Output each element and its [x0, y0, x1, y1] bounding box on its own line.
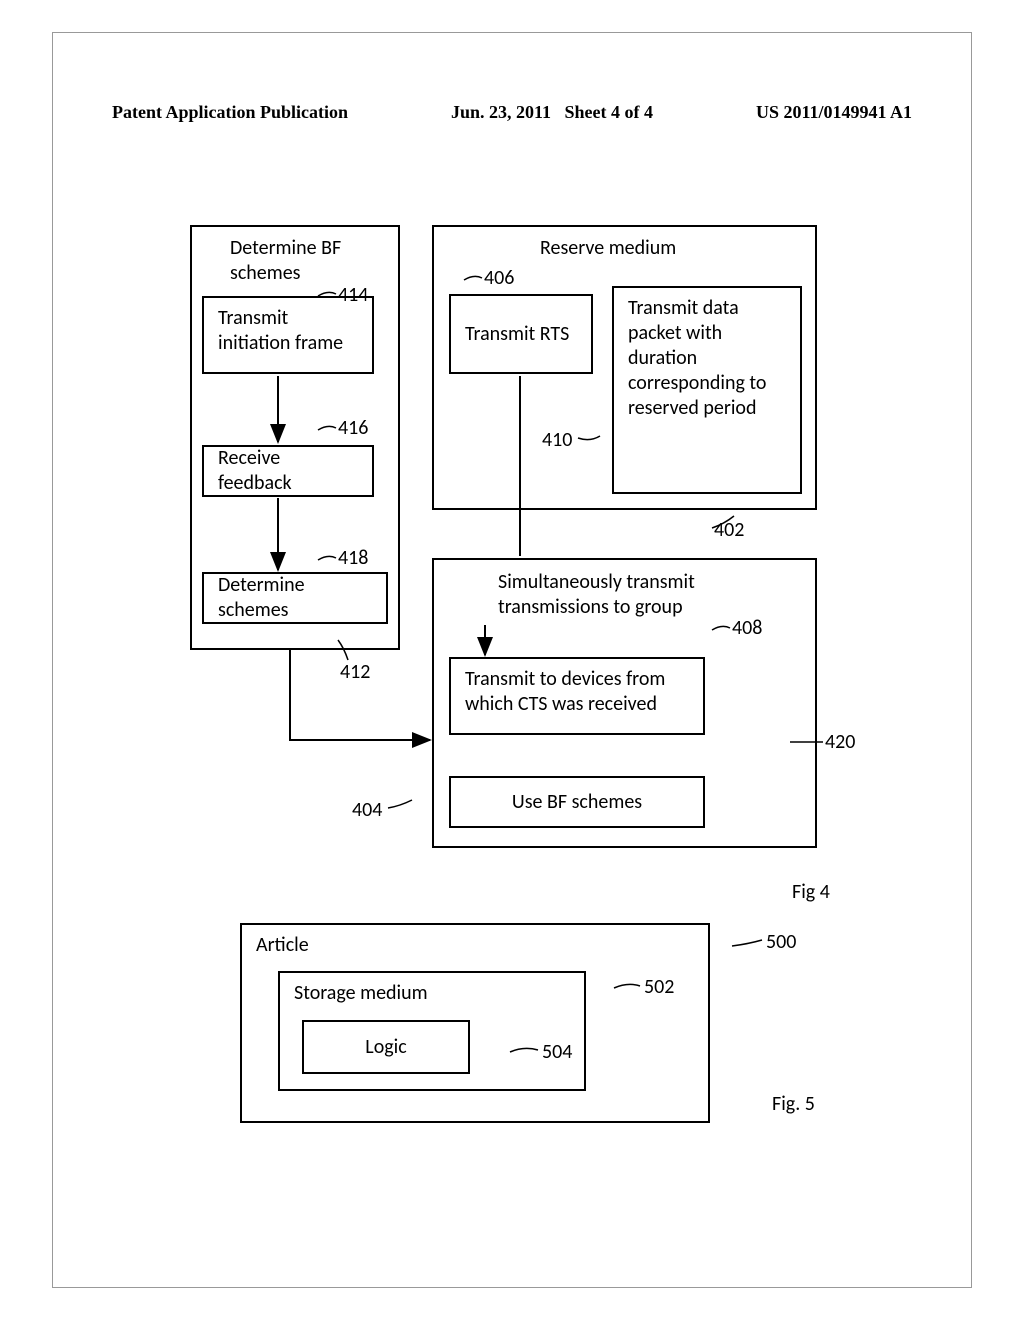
box-408-text: Transmit to devices from which CTS was r…: [465, 667, 689, 717]
box-414-text: Transmit initiation frame: [218, 306, 358, 356]
box-402-title: Reserve medium: [540, 236, 676, 260]
label-406: 406: [484, 266, 514, 290]
box-416-text: Receive feedback: [218, 446, 358, 496]
box-418-determine-schemes: Determine schemes: [202, 572, 388, 624]
box-500-text: Article: [256, 933, 694, 958]
box-504-logic: Logic: [302, 1020, 470, 1074]
label-410: 410: [542, 428, 572, 452]
fig5-caption: Fig. 5: [772, 1092, 815, 1116]
label-504: 504: [542, 1040, 572, 1064]
box-410-transmit-data-packet: Transmit data packet with duration corre…: [612, 286, 802, 494]
label-418: 418: [338, 546, 368, 570]
label-414: 414: [338, 283, 368, 307]
box-418-text: Determine schemes: [218, 573, 372, 623]
box-416-receive-feedback: Receive feedback: [202, 445, 374, 497]
label-502: 502: [644, 975, 674, 999]
box-406-transmit-rts: Transmit RTS: [449, 294, 593, 374]
label-404: 404: [352, 798, 382, 822]
diagram-area: Determine BF schemes Transmit initiation…: [0, 0, 1024, 1320]
box-502-text: Storage medium: [294, 981, 570, 1006]
box-406-text: Transmit RTS: [465, 322, 577, 347]
label-412: 412: [340, 660, 370, 684]
box-410-text: Transmit data packet with duration corre…: [628, 296, 786, 421]
fig4-caption: Fig 4: [792, 880, 830, 904]
box-414-transmit-initiation: Transmit initiation frame: [202, 296, 374, 374]
label-408: 408: [732, 616, 762, 640]
box-408-transmit-cts: Transmit to devices from which CTS was r…: [449, 657, 705, 735]
label-420: 420: [825, 730, 855, 754]
box-420-text: Use BF schemes: [512, 790, 642, 815]
label-416: 416: [338, 416, 368, 440]
box-504-text: Logic: [365, 1035, 406, 1060]
box-420-use-bf: Use BF schemes: [449, 776, 705, 828]
box-404-title: Simultaneously transmit transmissions to…: [498, 570, 758, 620]
label-500: 500: [766, 930, 796, 954]
box-412-title: Determine BF schemes: [230, 236, 380, 286]
label-402: 402: [714, 518, 744, 542]
